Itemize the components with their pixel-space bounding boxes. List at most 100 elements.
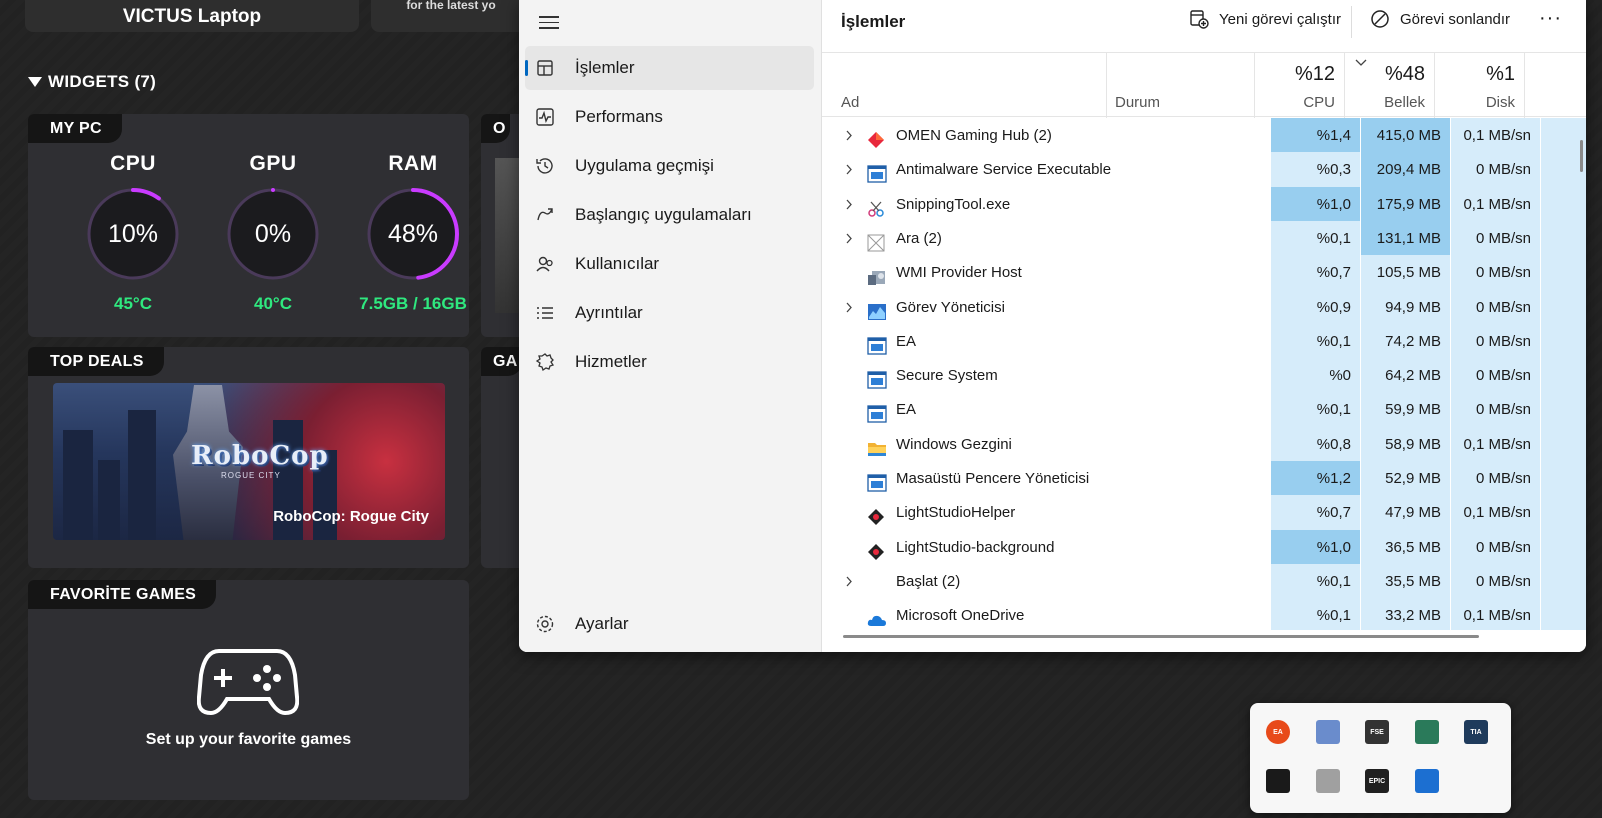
device-card[interactable]: VICTUS Laptop <box>25 0 359 32</box>
table-row[interactable]: Masaüstü Pencere Yöneticisi %1,2 52,9 MB 0 … <box>822 461 1586 496</box>
processes-icon <box>535 58 575 78</box>
expand-chevron-icon[interactable] <box>844 564 858 599</box>
table-row[interactable]: Secure System %0 64,2 MB 0 MB/sn <box>822 358 1586 394</box>
widgets-toggle[interactable]: WIDGETS (7) <box>28 72 156 92</box>
favorite-games-widget[interactable]: FAVORİTE GAMES Set up your favorite game… <box>28 580 469 800</box>
nav-item-details[interactable]: Ayrıntılar <box>525 291 814 335</box>
process-network <box>1541 495 1586 531</box>
ga-title: GA <box>481 347 522 376</box>
nav-item-label: Hizmetler <box>575 352 647 371</box>
tia-tray-icon[interactable]: TIA <box>1464 720 1488 744</box>
process-disk: 0,1 MB/sn <box>1451 426 1540 462</box>
table-row[interactable]: Windows Gezgini %0,8 58,9 MB 0,1 MB/sn <box>822 426 1586 462</box>
process-name: OMEN Gaming Hub (2) <box>896 127 1052 144</box>
nvidia-tray-icon[interactable] <box>1266 769 1290 793</box>
table-row[interactable]: Microsoft OneDrive %0,1 33,2 MB 0,1 MB/sn <box>822 598 1586 630</box>
expand-chevron-icon[interactable] <box>844 152 858 187</box>
device-name: VICTUS Laptop <box>122 6 262 27</box>
horizontal-scrollbar[interactable] <box>843 635 1479 638</box>
process-cpu: %1,4 <box>1271 118 1360 153</box>
gauge-value: 10% <box>107 220 159 248</box>
process-cpu: %0,8 <box>1271 426 1360 462</box>
nav-item-label: Uygulama geçmişi <box>575 156 714 175</box>
deal-banner[interactable]: RoboCop ROGUE CITY RoboCop: Rogue City <box>53 383 445 540</box>
app-window-icon <box>867 367 889 389</box>
table-row[interactable]: WMI Provider Host %0,7 105,5 MB 0 MB/sn <box>822 255 1586 291</box>
process-name: Microsoft OneDrive <box>896 607 1025 625</box>
settings-gear-icon <box>535 614 575 634</box>
process-cpu: %0,1 <box>1271 323 1360 359</box>
top-deals-widget[interactable]: TOP DEALS RoboCop ROGUE CITY RoboCop: Ro… <box>28 347 469 568</box>
expand-chevron-icon[interactable] <box>844 118 858 153</box>
history-icon <box>535 156 575 176</box>
message-tray-icon[interactable] <box>1315 769 1340 793</box>
expand-chevron-icon[interactable] <box>844 187 858 222</box>
process-list: OMEN Gaming Hub (2) %1,4 415,0 MB 0,1 MB/sn… <box>822 118 1586 630</box>
expand-chevron-icon[interactable] <box>844 290 858 325</box>
process-cpu: %1,2 <box>1271 461 1360 496</box>
process-name: LightStudioHelper <box>896 504 1016 522</box>
column-disk[interactable]: %1 Disk <box>1435 53 1525 118</box>
gauge-ring: 10% <box>85 186 181 282</box>
nav-item-performance[interactable]: Performans <box>525 95 814 139</box>
table-row[interactable]: EA %0,1 74,2 MB 0 MB/sn <box>822 323 1586 359</box>
nav-item-users[interactable]: Kullanıcılar <box>525 242 814 286</box>
process-disk: 0 MB/sn <box>1451 220 1540 256</box>
nav-item-label: İşlemler <box>575 58 635 77</box>
nav-item-processes[interactable]: İşlemler <box>525 46 814 90</box>
column-status[interactable]: Durum <box>1107 53 1255 118</box>
favorite-games-title: FAVORİTE GAMES <box>28 580 217 609</box>
promo-card[interactable]: for the latest yo <box>371 0 531 32</box>
table-row[interactable]: SnippingTool.exe %1,0 175,9 MB 0,1 MB/sn <box>822 186 1586 222</box>
gauge-sub: 45°C <box>114 294 152 313</box>
table-row[interactable]: OMEN Gaming Hub (2) %1,4 415,0 MB 0,1 MB/sn <box>822 118 1586 153</box>
column-cpu[interactable]: %12 CPU <box>1255 53 1345 118</box>
table-row[interactable]: Başlat (2) %0,1 35,5 MB 0 MB/sn <box>822 563 1586 599</box>
vertical-scrollbar[interactable] <box>1580 140 1583 172</box>
process-network <box>1541 426 1586 462</box>
my-pc-widget[interactable]: MY PC CPU 10% 45°C GPU 0% 40°C RAM 48% 7.5GB / 1… <box>28 114 469 337</box>
print-tray-icon[interactable] <box>1315 720 1340 744</box>
nav-item-settings[interactable]: Ayarlar <box>525 602 814 646</box>
snipping-icon <box>867 196 889 217</box>
table-row[interactable]: EA %0,1 59,9 MB 0 MB/sn <box>822 392 1586 428</box>
nav-item-startup[interactable]: Başlangıç uygulamaları <box>525 193 814 237</box>
app-window-icon <box>867 333 889 355</box>
more-options-button[interactable]: ··· <box>1539 8 1562 28</box>
expand-chevron-icon[interactable] <box>844 221 858 256</box>
table-row[interactable]: Antimalware Service Executable %0,3 209,4 … <box>822 152 1586 188</box>
table-row[interactable]: LightStudioHelper %0,7 47,9 MB 0,1 MB/sn <box>822 495 1586 531</box>
column-memory[interactable]: %48 Bellek <box>1345 53 1435 118</box>
taskmgr-icon <box>867 299 889 320</box>
startup-icon <box>535 205 575 225</box>
process-name: Başlat (2) <box>896 572 961 590</box>
column-name[interactable]: Ad <box>822 53 1107 118</box>
gauge-ring: 48% <box>365 186 461 282</box>
snipping-tray-icon[interactable] <box>1414 720 1439 744</box>
end-task-button[interactable]: Görevi sonlandır <box>1370 9 1510 29</box>
gauge-value: 48% <box>387 220 439 248</box>
process-network <box>1541 289 1586 325</box>
hamburger-menu-icon[interactable] <box>539 12 559 33</box>
process-name: Secure System <box>896 367 998 385</box>
process-memory: 415,0 MB <box>1361 118 1450 153</box>
table-row[interactable]: LightStudio-background %1,0 36,5 MB 0 MB/sn <box>822 529 1586 565</box>
column-status-label: Durum <box>1115 94 1161 111</box>
process-disk: 0 MB/sn <box>1451 529 1540 565</box>
defender-tray-icon[interactable] <box>1414 769 1439 793</box>
ea-tray-icon[interactable]: EA <box>1266 720 1290 744</box>
search-app-icon <box>867 230 889 252</box>
task-manager-window: İşlemler Performans Uygulama geçmişi Başlan… <box>519 0 1586 652</box>
run-new-task-button[interactable]: Yeni görevi çalıştır <box>1189 9 1341 29</box>
process-memory: 33,2 MB <box>1361 598 1450 630</box>
table-row[interactable]: Görev Yöneticisi %0,9 94,9 MB 0 MB/sn <box>822 289 1586 325</box>
fse-tray-icon[interactable]: FSE <box>1365 720 1389 744</box>
table-row[interactable]: Ara (2) %0,1 131,1 MB 0 MB/sn <box>822 220 1586 256</box>
caret-down-icon <box>28 77 42 87</box>
sort-descending-icon <box>1355 59 1367 66</box>
epic-tray-icon[interactable]: EPIC <box>1365 769 1389 793</box>
nav-item-services[interactable]: Hizmetler <box>525 340 814 384</box>
nav-item-history[interactable]: Uygulama geçmişi <box>525 144 814 188</box>
users-icon <box>535 254 575 274</box>
process-network <box>1541 392 1586 428</box>
